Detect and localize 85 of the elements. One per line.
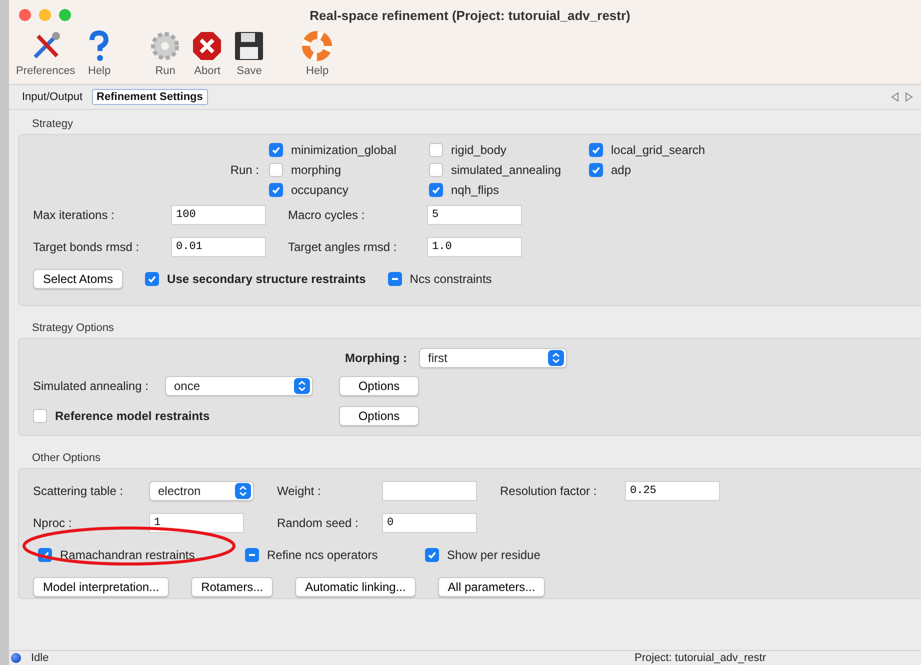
stepper-icon: [235, 483, 251, 499]
checkbox[interactable]: [33, 409, 47, 423]
field-label: Resolution factor :: [500, 484, 597, 498]
scroll-right-icon[interactable]: [905, 92, 913, 102]
checkbox-label: minimization_global: [291, 143, 396, 157]
field-label: Simulated annealing :: [33, 379, 148, 393]
checkmark-icon: [427, 550, 437, 560]
checkbox-label: adp: [611, 163, 632, 177]
action-button[interactable]: Rotamers...: [191, 577, 274, 597]
dropdown[interactable]: first: [419, 348, 567, 368]
checkbox[interactable]: [269, 183, 283, 197]
dropdown[interactable]: once: [165, 376, 313, 396]
checkbox[interactable]: [388, 272, 402, 286]
stop-icon: [191, 30, 224, 62]
checkbox[interactable]: [429, 143, 443, 157]
tab[interactable]: Refinement Settings: [92, 89, 208, 105]
checkmark-icon: [271, 145, 281, 155]
checkbox-label: nqh_flips: [451, 183, 500, 197]
checkbox-label: morphing: [291, 163, 342, 177]
input-field[interactable]: 0.25: [625, 481, 720, 501]
checkbox[interactable]: [429, 163, 443, 177]
action-button[interactable]: All parameters...: [438, 577, 546, 597]
checkbox-label: occupancy: [291, 183, 348, 197]
status-indicator-icon: [11, 653, 21, 663]
input-field[interactable]: 1: [149, 513, 244, 533]
section-title: Strategy Options: [31, 321, 115, 336]
field-label: Target angles rmsd :: [288, 240, 397, 254]
checkmark-icon: [271, 185, 281, 195]
checkbox[interactable]: [269, 143, 283, 157]
field-label: Nproc :: [33, 516, 72, 530]
checkbox-label: Ramachandran restraints: [60, 548, 195, 562]
checkbox[interactable]: [589, 163, 603, 177]
field-label: Max iterations :: [33, 208, 114, 222]
toolbar-button[interactable]: Help: [82, 30, 116, 77]
checkbox[interactable]: [269, 163, 283, 177]
dropdown[interactable]: electron: [149, 481, 254, 501]
checkbox-label: simulated_annealing: [451, 163, 562, 177]
field-label: Scattering table :: [33, 484, 124, 498]
section-title: Other Options: [31, 451, 102, 466]
status-text: Idle: [31, 652, 49, 664]
checkbox[interactable]: [245, 548, 259, 562]
input-field[interactable]: 100: [171, 205, 266, 225]
action-button[interactable]: Automatic linking...: [295, 577, 416, 597]
field-label: Macro cycles :: [288, 208, 365, 222]
select-atoms-button[interactable]: Select Atoms: [33, 269, 124, 289]
checkbox-label: Show per residue: [447, 548, 540, 562]
scroll-left-icon[interactable]: [891, 92, 899, 102]
close-button[interactable]: [19, 9, 31, 21]
input-field[interactable]: 1.0: [427, 237, 522, 257]
checkbox-label: local_grid_search: [611, 143, 706, 157]
options-button[interactable]: Options: [339, 376, 419, 396]
action-button[interactable]: Model interpretation...: [33, 577, 170, 597]
checkbox-label: Refine ncs operators: [267, 548, 378, 562]
checkbox[interactable]: [589, 143, 603, 157]
input-field[interactable]: 5: [427, 205, 522, 225]
stepper-icon: [548, 350, 564, 366]
checkmark-icon: [147, 274, 158, 284]
toolbar-button[interactable]: Run: [146, 30, 184, 77]
input-field[interactable]: 0: [382, 513, 477, 533]
field-label: Weight :: [277, 484, 321, 498]
input-field[interactable]: 0.01: [171, 237, 266, 257]
checkbox[interactable]: [145, 272, 160, 286]
checkbox[interactable]: [425, 548, 439, 562]
input-field[interactable]: [382, 481, 477, 501]
checkbox-label: Use secondary structure restraints: [167, 272, 366, 286]
toolbar-button[interactable]: Help: [298, 30, 336, 77]
checkbox-label: rigid_body: [451, 143, 506, 157]
section-title: Strategy: [31, 117, 74, 132]
checkbox-label: Reference model restraints: [55, 409, 210, 423]
options-button[interactable]: Options: [339, 406, 419, 426]
window-title: Real-space refinement (Project: tutoruial_adv_restr): [308, 8, 632, 22]
toolbar-button[interactable]: Save: [230, 30, 268, 77]
lifebuoy-icon: [301, 30, 334, 62]
stepper-icon: [294, 378, 310, 394]
checkbox[interactable]: [429, 183, 443, 197]
field-label: Morphing :: [345, 351, 408, 365]
toolbar-button[interactable]: Abort: [188, 30, 226, 77]
checkbox-label: Ncs constraints: [410, 272, 492, 286]
tab[interactable]: Input/Output: [17, 89, 88, 105]
project-name: Project: tutoruial_adv_restr: [634, 652, 766, 664]
toolbar-button[interactable]: Preferences: [13, 30, 78, 77]
run-label: Run :: [230, 163, 259, 177]
field-label: Random seed :: [277, 516, 358, 530]
checkmark-icon: [431, 185, 441, 195]
field-label: Target bonds rmsd :: [33, 240, 140, 254]
